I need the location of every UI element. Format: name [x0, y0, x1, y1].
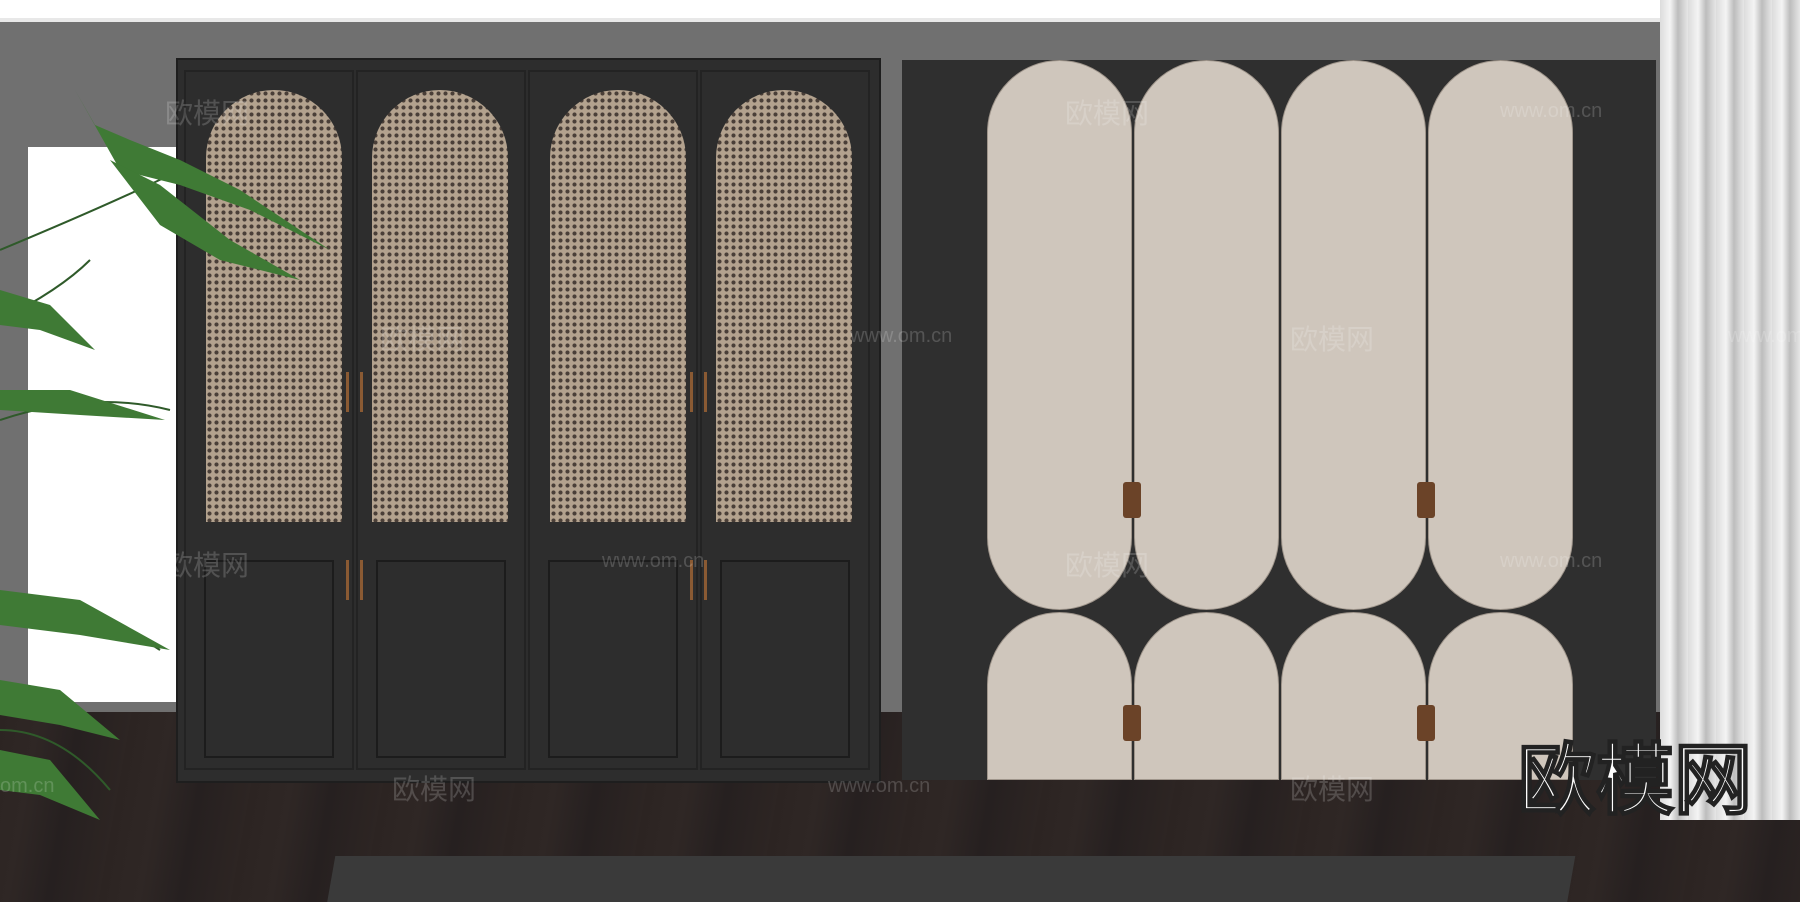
- watermark-url: www.om.cn: [1500, 100, 1603, 122]
- lower-panel: [548, 560, 678, 758]
- rattan-panel: [550, 90, 686, 522]
- arched-upper-door: [1428, 60, 1573, 610]
- rattan-door: [356, 70, 526, 770]
- lower-panel: [720, 560, 850, 758]
- watermark-text: 欧模网: [1065, 98, 1150, 129]
- door-handle: [360, 372, 363, 412]
- watermark-url: www.om.cn: [1728, 325, 1800, 347]
- watermark-url: www.om.cn: [1500, 550, 1603, 572]
- arched-lower-door: [1134, 612, 1279, 780]
- door-handle: [704, 372, 707, 412]
- arched-wardrobe: [902, 60, 1656, 780]
- door-handle: [360, 560, 363, 600]
- watermark-text: 欧模网: [380, 324, 465, 355]
- wood-knob: [1417, 705, 1435, 741]
- watermark-url: www.om.cn: [602, 550, 705, 572]
- wood-knob: [1123, 705, 1141, 741]
- rattan-door: [528, 70, 698, 770]
- rattan-panel: [372, 90, 508, 522]
- lower-panel: [376, 560, 506, 758]
- watermark-text: 欧模网: [1290, 324, 1375, 355]
- brand-logo: 欧模网: [1517, 735, 1753, 825]
- door-handle: [690, 372, 693, 412]
- watermark-text: 欧模网: [165, 98, 250, 129]
- arched-upper-door: [987, 60, 1132, 610]
- wood-knob: [1417, 482, 1435, 518]
- wood-knob: [1123, 482, 1141, 518]
- ceiling-light-strip: [0, 0, 1665, 22]
- door-handle: [704, 560, 707, 600]
- watermark-url: www.om.cn: [850, 325, 953, 347]
- sheer-curtain: [1660, 0, 1800, 820]
- watermark-text: 欧模网: [1065, 550, 1150, 581]
- watermark-text: 欧模网: [392, 774, 477, 805]
- arched-upper-door: [1134, 60, 1279, 610]
- rattan-door: [700, 70, 870, 770]
- palm-plant-icon: [0, 90, 330, 820]
- wardrobe-render-scene: 欧模网 欧模网 www.om.cn 欧模网 www.om.cn 欧模网 www.…: [0, 0, 1800, 902]
- watermark-url: om.cn: [0, 775, 55, 797]
- arched-lower-door: [1281, 612, 1426, 780]
- rug: [324, 856, 1576, 902]
- arched-lower-door: [987, 612, 1132, 780]
- rattan-panel: [716, 90, 852, 522]
- watermark-text: 欧模网: [165, 550, 250, 581]
- watermark-url: www.om.cn: [828, 775, 931, 797]
- watermark-text: 欧模网: [1290, 774, 1375, 805]
